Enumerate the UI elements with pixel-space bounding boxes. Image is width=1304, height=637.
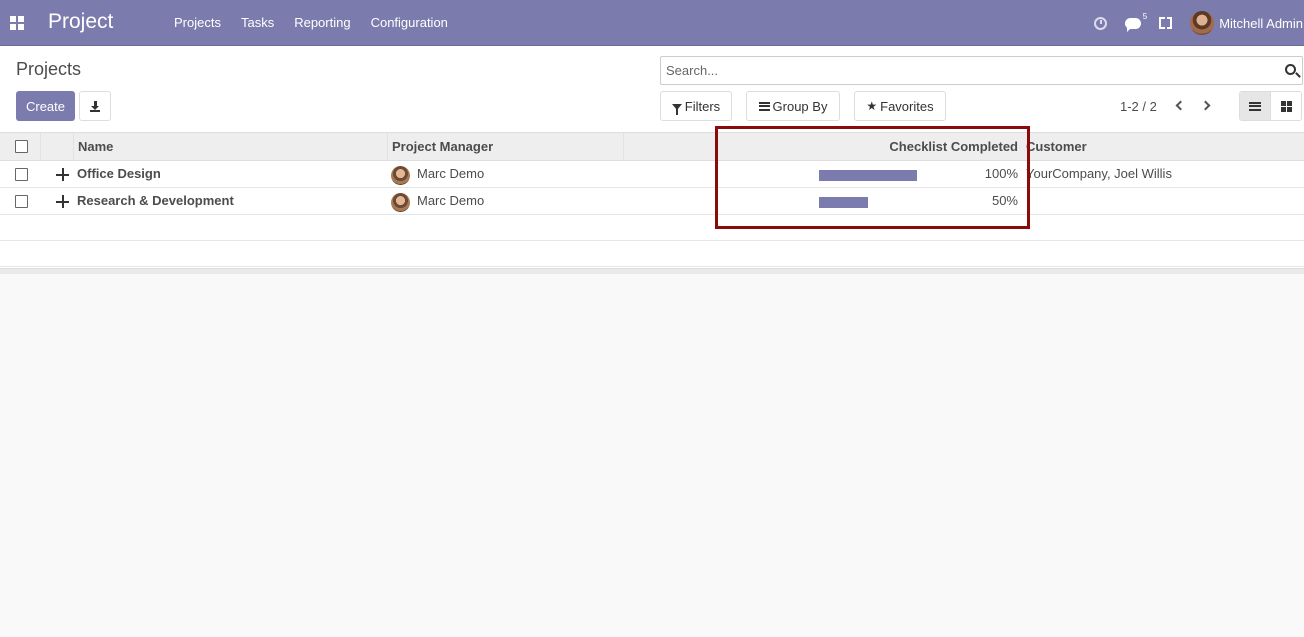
projects-table: Name Project Manager Checklist Completed… — [0, 132, 1304, 268]
filters-button[interactable]: Filters — [660, 91, 732, 121]
pager-previous-button[interactable] — [1172, 98, 1188, 114]
empty-row — [0, 241, 1304, 267]
pager-value[interactable]: 1-2 / 2 — [1120, 99, 1157, 114]
menu-item-tasks[interactable]: Tasks — [241, 15, 274, 30]
table-footer — [0, 268, 1304, 274]
user-menu[interactable]: Mitchell Admin — [1190, 11, 1303, 35]
app-brand[interactable]: Project — [48, 10, 113, 34]
project-manager: Marc Demo — [417, 166, 485, 181]
filters-label: Filters — [684, 98, 721, 114]
menu-item-projects[interactable]: Projects — [174, 15, 221, 30]
table-header: Name Project Manager Checklist Completed… — [0, 133, 1304, 161]
filter-icon — [671, 104, 682, 115]
user-name: Mitchell Admin — [1219, 15, 1303, 31]
gift-icon[interactable] — [1159, 17, 1173, 29]
messages-badge: 5 — [1142, 11, 1148, 21]
select-all-checkbox[interactable] — [15, 140, 28, 153]
search-icon[interactable] — [1285, 64, 1296, 75]
group-by-icon — [758, 101, 770, 111]
column-header-checklist-completed[interactable]: Checklist Completed — [623, 133, 1021, 161]
pager-next-button[interactable] — [1200, 98, 1216, 114]
messages-icon[interactable]: 5 — [1125, 12, 1147, 32]
table-row[interactable]: Research & Development Marc Demo 50% — [0, 188, 1304, 215]
user-avatar — [1190, 11, 1215, 35]
checklist-progress-bar — [819, 197, 917, 208]
kanban-view-icon — [1280, 100, 1292, 112]
row-checkbox[interactable] — [15, 195, 28, 208]
favorites-label: Favorites — [880, 98, 934, 114]
manager-avatar — [391, 166, 410, 185]
checklist-progress-value: 50% — [991, 193, 1018, 208]
list-view-icon — [1249, 101, 1262, 111]
star-icon: ★ — [866, 99, 878, 113]
project-name: Research & Development — [77, 193, 234, 208]
favorites-button[interactable]: ★ Favorites — [854, 91, 946, 121]
download-button[interactable] — [79, 91, 111, 121]
menu-item-configuration[interactable]: Configuration — [371, 15, 448, 30]
search-input[interactable] — [661, 57, 1261, 84]
row-checkbox[interactable] — [15, 168, 28, 181]
list-view-button[interactable] — [1240, 92, 1271, 120]
project-manager: Marc Demo — [417, 193, 485, 208]
systray: 5 Mitchell Admin — [1094, 0, 1304, 46]
top-navbar: Project Projects Tasks Reporting Configu… — [0, 0, 1304, 46]
search-bar — [660, 56, 1303, 85]
drag-handle-icon[interactable] — [56, 195, 69, 208]
project-name: Office Design — [77, 166, 161, 181]
breadcrumb: Projects — [16, 59, 82, 79]
customer: YourCompany, Joel Willis — [1026, 166, 1172, 181]
column-header-customer[interactable]: Customer — [1021, 133, 1304, 161]
drag-handle-icon[interactable] — [56, 168, 69, 181]
view-switcher — [1239, 91, 1302, 121]
control-panel: Projects Create Filters Group By ★ Favor… — [0, 46, 1304, 132]
apps-menu-icon[interactable] — [10, 16, 24, 30]
create-button[interactable]: Create — [16, 91, 75, 121]
handle-column-header — [40, 133, 73, 161]
manager-avatar — [391, 193, 410, 212]
table-row[interactable]: Office Design Marc Demo 100% YourCompany… — [0, 161, 1304, 188]
column-header-name[interactable]: Name — [73, 133, 387, 161]
chevron-right-icon — [1200, 100, 1211, 111]
checklist-progress-bar — [819, 170, 917, 181]
main-menu: Projects Tasks Reporting Configuration — [164, 15, 458, 30]
download-icon — [90, 100, 100, 112]
group-by-label: Group By — [772, 98, 828, 114]
checklist-progress-value: 100% — [984, 166, 1018, 181]
column-header-project-manager[interactable]: Project Manager — [387, 133, 623, 161]
kanban-view-button[interactable] — [1270, 92, 1301, 120]
menu-item-reporting[interactable]: Reporting — [294, 15, 350, 30]
activity-clock-icon[interactable] — [1094, 16, 1108, 30]
group-by-button[interactable]: Group By — [746, 91, 840, 121]
chevron-left-icon — [1175, 100, 1186, 111]
empty-row — [0, 215, 1304, 241]
